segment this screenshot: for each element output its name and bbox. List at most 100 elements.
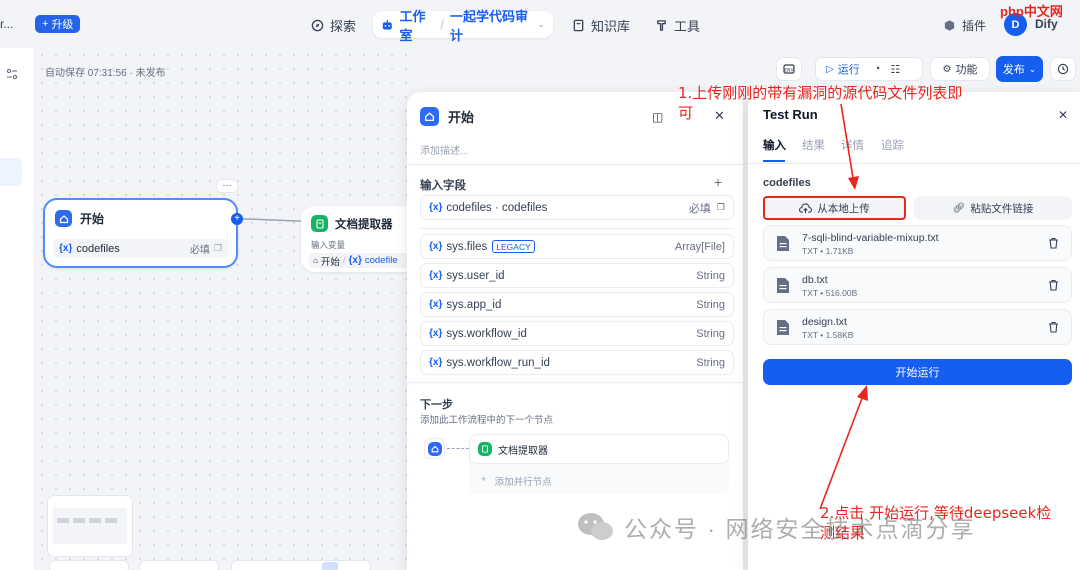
plus-icon: + [42,18,49,30]
paste-link-button[interactable]: 🔗︎ 粘贴文件链接 [914,196,1072,220]
minimap[interactable] [47,495,133,557]
start-panel-title[interactable]: 开始 [448,107,474,126]
nav-plugins[interactable]: 插件 [943,12,986,38]
env-icon: ENV [783,64,795,74]
variable-icon: {x} [348,255,362,266]
copy-icon[interactable]: ❐ [717,202,725,213]
file-meta: TXT • 1.58KB [802,330,854,340]
cloud-upload-icon [799,202,813,213]
test-run-title: Test Run [763,107,818,122]
extractor-node[interactable]: 文档提取器 输入变量 ⌂ 开始 / {x} codefile [301,206,407,272]
next-node-label: 文档提取器 [498,445,548,457]
start-node-panel: 开始 ◫ ··· ✕ 添加描述... 输入字段 + {x} codefiles … [407,92,743,570]
tab-tracing[interactable]: 追踪 [881,137,904,153]
field-required: 必填 [688,202,711,215]
edge-start-to-extractor [243,218,302,222]
extractor-var-name: codefile [364,255,398,266]
nav-knowledge-label: 知识库 [591,18,631,34]
nav-studio[interactable]: 工作室 / 一起学代码审计 ⌄ [373,9,553,43]
upload-local-button[interactable]: 从本地上传 [763,196,906,220]
field-type: String [696,356,725,369]
annotation-upload-line1: 1.上传刚刚的带有漏洞的源代码文件列表即 [678,84,963,102]
field-row-codefiles[interactable]: {x} codefiles · codefiles 必填 ❐ [420,195,734,220]
start-run-button[interactable]: 开始运行 [763,359,1072,385]
next-node-item[interactable]: 文档提取器 [469,434,729,464]
env-button[interactable]: ENV [776,57,802,81]
close-icon[interactable]: ✕ [1058,108,1068,122]
clock-icon [1057,63,1069,75]
tab-input[interactable]: 输入 [763,137,786,153]
checklist-icon[interactable]: ☷ [890,63,900,76]
add-field-icon[interactable]: + [714,174,722,190]
book-icon[interactable]: ◫ [652,110,663,124]
field-name: sys.workflow_run_id [446,356,550,369]
run-button[interactable]: 运行 [838,61,860,77]
next-node-group: 文档提取器 + 添加并行节点 [469,434,729,494]
trash-icon[interactable] [1048,237,1059,249]
extractor-input-var: ⌂ 开始 / {x} codefile [309,253,407,268]
version-history-button[interactable] [1050,57,1076,81]
minimap-viewport [53,508,127,544]
field-type: String [696,298,725,311]
upload-local-label: 从本地上传 [817,202,870,215]
input-fields-label: 输入字段 [420,180,466,192]
undo-redo-control[interactable] [139,560,219,570]
autosave-status: 自动保存 07:31:56 · 未发布 [45,68,166,79]
trash-icon[interactable] [1048,321,1059,333]
nav-knowledge[interactable]: 知识库 [572,12,630,38]
field-name: sys.app_id [446,298,502,311]
minimap-node [105,518,117,523]
current-node-badge [424,438,445,459]
start-node[interactable]: 开始 {x} codefiles 必填 ❐ [43,198,238,268]
left-rail [0,48,35,570]
trash-icon[interactable] [1048,279,1059,291]
start-node-header: 开始 [55,210,104,227]
description-input[interactable]: 添加描述... [420,142,468,157]
field-row-sys-files: {x} sys.files LEGACY Array[File] [420,234,734,259]
tab-result[interactable]: 结果 [802,137,825,153]
close-icon[interactable]: ✕ [714,108,725,124]
divider [420,228,734,229]
add-parallel-node-button[interactable]: + 添加并行节点 [481,474,552,488]
workflow-canvas[interactable]: 自动保存 07:31:56 · 未发布 ··· 开始 {x} codefiles… [35,48,407,570]
divider [748,163,1080,164]
nav-tools[interactable]: 工具 [655,12,700,38]
divider [407,164,743,165]
start-node-var-name: codefiles [76,242,120,255]
divider [407,382,743,383]
field-name: sys.user_id [446,269,505,282]
doc-extractor-icon [311,215,328,232]
publish-label: 发布 [1002,64,1025,76]
nav-explore[interactable]: 探索 [311,12,356,38]
rail-selected-item[interactable] [0,158,22,186]
test-run-panel: Test Run ✕ 输入 结果 详情 追踪 codefiles 从本地上传 🔗… [748,92,1080,570]
nav-separator: / [440,17,445,32]
sliders-icon[interactable] [6,68,18,80]
field-name: sys.workflow_id [446,327,527,340]
file-icon [777,236,789,251]
variable-icon: {x} [429,241,443,252]
connector-line [447,448,469,449]
start-node-title: 开始 [80,212,105,226]
next-step-description: 添加此工作流程中的下一个节点 [420,415,554,426]
play-icon[interactable]: ▷ [826,64,834,75]
site-logo: php中文网 [1000,4,1063,19]
publish-button[interactable]: 发布 ⌄ [996,56,1043,82]
extractor-var-source: 开始 [320,256,340,268]
add-node-handle[interactable]: + [231,213,243,225]
codefiles-label: codefiles [763,177,811,189]
home-icon [420,107,439,126]
pointer-tool-active[interactable] [322,562,338,570]
watermark-text: 公众号 · 网络安全技术点滴分享 [624,516,976,542]
upgrade-button[interactable]: + 升级 [35,15,81,33]
features-button[interactable]: ⚙ 功能 [930,57,990,81]
zoom-control[interactable] [49,560,129,570]
variable-icon: {x} [429,357,443,368]
workspace-name[interactable]: r... [0,17,13,31]
canvas-tools-control[interactable] [231,560,371,570]
minimap-node [57,518,69,523]
plus-icon: + [481,474,487,485]
history-icon[interactable]: ◔ [874,63,881,75]
app-name[interactable]: 一起学代码审计 [450,6,531,44]
node-more-button[interactable]: ··· [216,179,238,193]
